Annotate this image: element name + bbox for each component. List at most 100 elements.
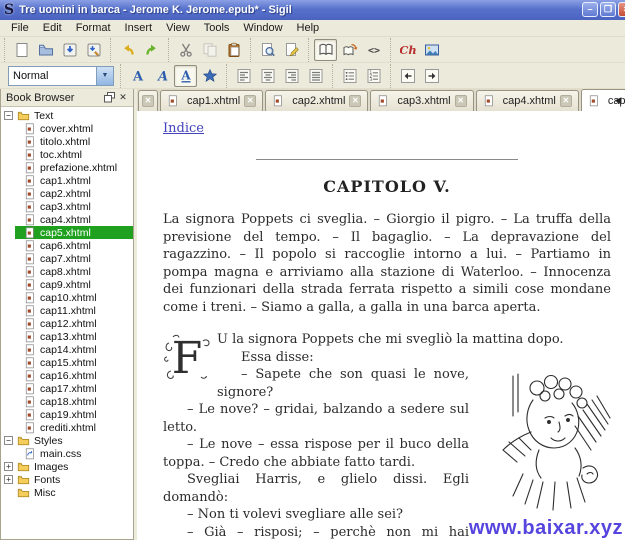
list-numbered-button[interactable]: 123 (362, 65, 385, 87)
redo-button[interactable] (140, 39, 163, 61)
menu-view[interactable]: View (159, 21, 197, 35)
tab-scroll-left-icon[interactable]: ◀ (611, 92, 625, 108)
align-left-button[interactable] (232, 65, 255, 87)
tree-item-cap16[interactable]: cap16.xhtml (15, 369, 133, 382)
index-link[interactable]: Indice (163, 121, 204, 136)
tree-folder-images[interactable]: +Images (1, 460, 133, 473)
save-as-button[interactable] (82, 39, 105, 61)
minimize-button[interactable]: – (582, 2, 598, 17)
tab-close-icon[interactable]: ✕ (560, 95, 572, 107)
tree-item-cap18[interactable]: cap18.xhtml (15, 395, 133, 408)
menu-file[interactable]: File (4, 21, 36, 35)
menu-format[interactable]: Format (69, 21, 118, 35)
toolbar-group-align (226, 64, 332, 88)
cut-button[interactable] (174, 39, 197, 61)
paste-button[interactable] (222, 39, 245, 61)
open-icon (38, 42, 54, 58)
menu-help[interactable]: Help (290, 21, 327, 35)
find-button[interactable] (256, 39, 279, 61)
align-justify-button[interactable] (304, 65, 327, 87)
toolbar-group-clipboard (168, 38, 250, 62)
align-right-button[interactable] (280, 65, 303, 87)
tree-item-cap12[interactable]: cap12.xhtml (15, 317, 133, 330)
menu-window[interactable]: Window (236, 21, 289, 35)
book-view-button[interactable] (314, 39, 337, 61)
tree-item-cap7[interactable]: cap7.xhtml (15, 252, 133, 265)
tree-item-prefazione[interactable]: prefazione.xhtml (15, 161, 133, 174)
align-center-button[interactable] (256, 65, 279, 87)
tab-close-icon[interactable]: ✕ (142, 95, 154, 107)
tab-cap4[interactable]: cap4.xhtml✕ (476, 90, 579, 111)
undo-button[interactable] (116, 39, 139, 61)
menu-insert[interactable]: Insert (118, 21, 160, 35)
collapse-icon[interactable]: − (4, 111, 13, 120)
section-divider (256, 159, 518, 160)
close-panel-icon[interactable]: ✕ (116, 91, 130, 104)
tree-item-cap4[interactable]: cap4.xhtml (15, 213, 133, 226)
tab-partial[interactable]: ✕ (138, 90, 158, 111)
tree-folder-text[interactable]: −Text (1, 109, 133, 122)
tree-item-cap13[interactable]: cap13.xhtml (15, 330, 133, 343)
tab-close-icon[interactable]: ✕ (455, 95, 467, 107)
tree-item-cap2[interactable]: cap2.xhtml (15, 187, 133, 200)
split-view-button[interactable] (338, 39, 361, 61)
tree-folder-fonts[interactable]: + Fonts (1, 473, 133, 486)
tree-item-cap17[interactable]: cap17.xhtml (15, 382, 133, 395)
tab-close-icon[interactable]: ✕ (244, 95, 256, 107)
xhtml-file-icon (24, 136, 36, 148)
tree-folder-label: Fonts (34, 474, 60, 486)
tree-item-crediti[interactable]: crediti.xhtml (15, 421, 133, 434)
tree-folder-styles[interactable]: −Styles (1, 434, 133, 447)
spellcheck-button[interactable] (280, 39, 303, 61)
open-button[interactable] (34, 39, 57, 61)
italic-button[interactable]: A (150, 65, 173, 87)
tree-item-main[interactable]: main.css (15, 447, 133, 460)
tree-item-cap8[interactable]: cap8.xhtml (15, 265, 133, 278)
tree-item-cap19[interactable]: cap19.xhtml (15, 408, 133, 421)
menu-edit[interactable]: Edit (36, 21, 69, 35)
tree-item-cap6[interactable]: cap6.xhtml (15, 239, 133, 252)
code-view-button[interactable]: <> (362, 39, 385, 61)
tab-cap3[interactable]: cap3.xhtml✕ (370, 90, 473, 111)
tree-item-cap3[interactable]: cap3.xhtml (15, 200, 133, 213)
tree-item-cap14[interactable]: cap14.xhtml (15, 343, 133, 356)
tree-item-cap5[interactable]: cap5.xhtml (15, 226, 133, 239)
tree-item-titolo[interactable]: titolo.xhtml (15, 135, 133, 148)
tree-item-cover[interactable]: cover.xhtml (15, 122, 133, 135)
float-panel-icon[interactable] (102, 91, 116, 104)
tab-cap1[interactable]: cap1.xhtml✕ (160, 90, 263, 111)
chapter-body: FU la signora Poppets che mi svegliò la … (163, 331, 611, 540)
indent-decrease-button[interactable] (396, 65, 419, 87)
close-button[interactable]: × (618, 2, 625, 17)
strikethrough-button[interactable] (198, 65, 221, 87)
tab-cap2[interactable]: cap2.xhtml✕ (265, 90, 368, 111)
insert-image-button[interactable] (420, 39, 443, 61)
tree-folder-misc[interactable]: Misc (1, 486, 133, 499)
tree-item-cap15[interactable]: cap15.xhtml (15, 356, 133, 369)
collapse-icon[interactable]: − (4, 436, 13, 445)
menu-tools[interactable]: Tools (197, 21, 237, 35)
drop-cap-initial: F (163, 333, 211, 389)
save-button[interactable] (58, 39, 81, 61)
list-bullet-button[interactable] (338, 65, 361, 87)
new-icon (14, 42, 30, 58)
expand-icon[interactable]: + (4, 462, 13, 471)
expand-icon[interactable]: + (4, 475, 13, 484)
heading-style-select[interactable]: Normal ▼ (8, 66, 114, 86)
tree-item-toc[interactable]: toc.xhtml (15, 148, 133, 161)
new-button[interactable] (10, 39, 33, 61)
tree-item-cap9[interactable]: cap9.xhtml (15, 278, 133, 291)
tab-close-icon[interactable]: ✕ (349, 95, 361, 107)
copy-button[interactable] (198, 39, 221, 61)
tree-item-cap10[interactable]: cap10.xhtml (15, 291, 133, 304)
indent-increase-button[interactable] (420, 65, 443, 87)
underline-button[interactable]: A (174, 65, 197, 87)
tree-item-label: cap5.xhtml (40, 227, 91, 239)
copy-icon (202, 42, 218, 58)
window-title: Tre uomini in barca - Jerome K. Jerome.e… (19, 4, 292, 16)
bold-button[interactable]: A (126, 65, 149, 87)
chapter-break-button[interactable]: Ch (396, 39, 419, 61)
tree-item-cap1[interactable]: cap1.xhtml (15, 174, 133, 187)
maximize-button[interactable]: ❐ (600, 2, 616, 17)
tree-item-cap11[interactable]: cap11.xhtml (15, 304, 133, 317)
